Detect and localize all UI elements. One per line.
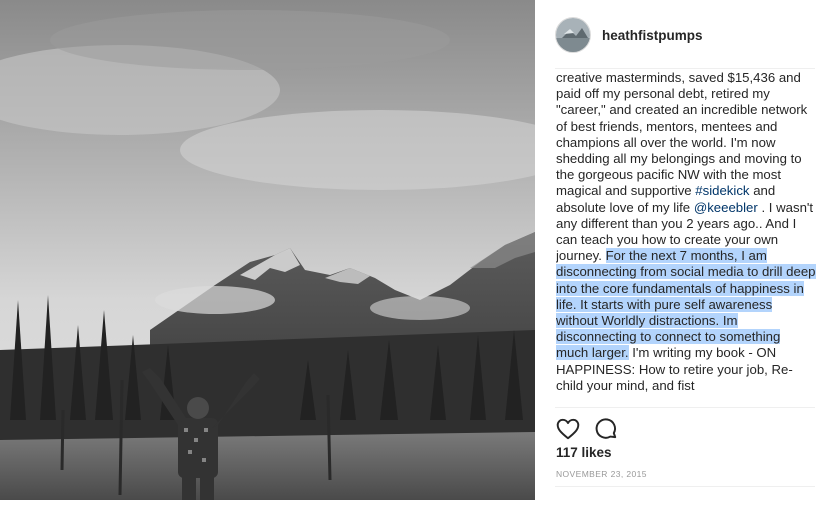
mountain-landscape-image: [0, 0, 535, 500]
post-actions: [555, 416, 619, 442]
avatar[interactable]: [555, 17, 591, 53]
post-sidebar: heathfistpumps creative masterminds, sav…: [535, 0, 832, 516]
actions-divider: [555, 407, 815, 408]
header-divider: [555, 68, 815, 69]
post-caption: creative masterminds, saved $15,436 and …: [556, 70, 816, 406]
heart-icon[interactable]: [555, 416, 581, 442]
likes-count[interactable]: 117 likes: [556, 445, 612, 460]
avatar-image: [556, 18, 590, 52]
bottom-divider: [555, 486, 815, 487]
post-photo[interactable]: [0, 0, 535, 500]
hashtag-link[interactable]: #sidekick: [695, 183, 749, 198]
highlighted-text-selection: For the next 7 months, I am disconnectin…: [556, 248, 816, 361]
comment-icon[interactable]: [593, 416, 619, 442]
mention-link[interactable]: @keeebler: [694, 200, 758, 215]
caption-text: creative masterminds, saved $15,436 and …: [556, 70, 816, 394]
caption-part-1: creative masterminds, saved $15,436 and …: [556, 70, 808, 199]
post-header: heathfistpumps: [555, 16, 813, 54]
post-date[interactable]: NOVEMBER 23, 2015: [556, 469, 647, 479]
username-link[interactable]: heathfistpumps: [602, 28, 703, 43]
